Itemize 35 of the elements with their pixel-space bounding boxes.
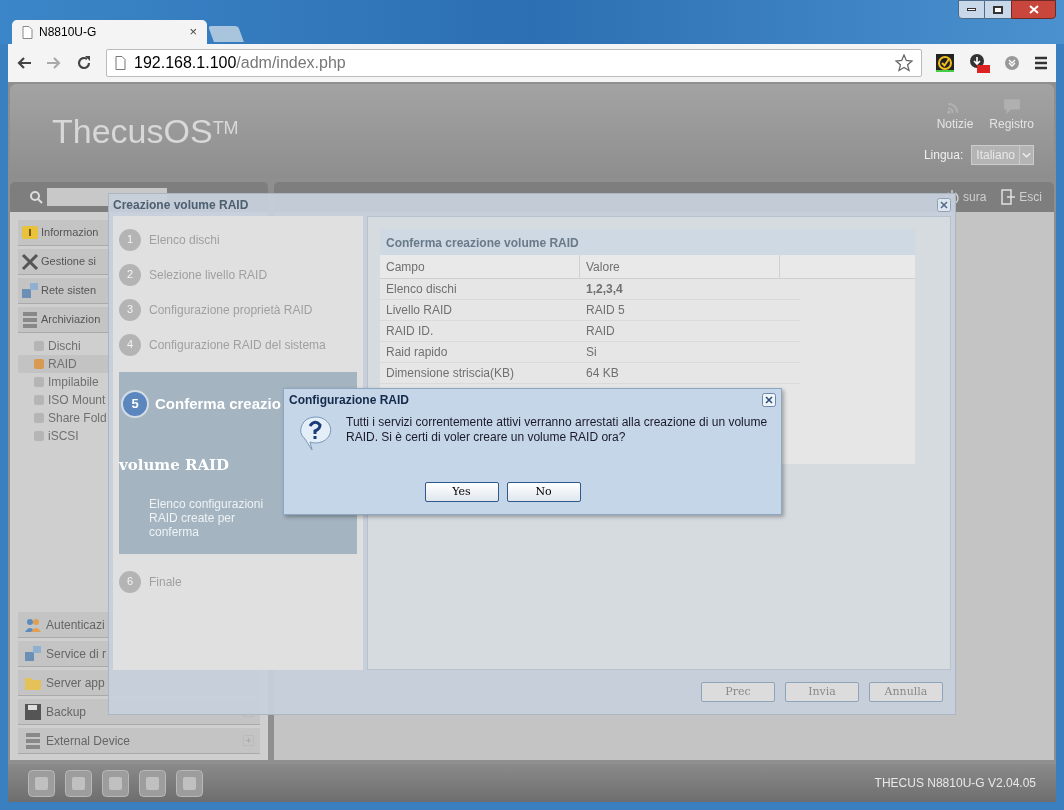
table-cell-text: Dimensione striscia(KB) [385,365,516,382]
step-title: Finale [149,573,182,591]
table-cell-text: Raid rapido [385,344,449,361]
table-cell-text: RAID 5 [585,302,626,319]
step-title: volume RAID [119,455,231,476]
app-logo: ThecusOS$^{TM}$ [52,110,239,152]
column-header: Campo [380,255,580,278]
step-number: 6 [119,570,141,593]
table-cell-text: Livello RAID [385,302,454,319]
confirm-message: Tutti i servizi correntemente attivi verranno arrestati alla creazione di un volume RAID. Si è certi di voler creare un volume RAID ora? [346,415,769,446]
step-description: Elenco configurazioni RAID create per conferma [148,496,265,539]
step-title: Conferma creazio [155,393,281,414]
dialog-title: Creazione volume RAID [113,197,249,214]
step-number: 3 [119,298,141,321]
table-cell-text: RAID [585,323,616,340]
version-text: THECUS N8810U-G V2.04.05 [874,775,1036,792]
step-title: Configurazione proprietà RAID [149,301,313,319]
table-cell-text: RAID ID. [385,323,435,340]
step-number: 1 [119,228,141,251]
step-title: Selezione livello RAID [149,266,268,284]
step-number: 5 [121,390,149,418]
step-number: 4 [119,333,141,356]
panel-title: Conferma creazione volume RAID [386,235,579,252]
step-title: Configurazione RAID del sistema [149,336,326,354]
table-cell-text: 64 KB [585,365,620,382]
table-cell-text: 1,2,3,4 [585,281,624,298]
dialog-title: Configurazione RAID [289,392,409,409]
step-title: Elenco dischi [149,231,220,249]
url-text: 192.168.1.100/adm/index.php [134,53,346,73]
column-header: Valore [580,255,780,278]
step-number: 2 [119,263,141,286]
tab-title: N8810U-G [39,24,97,41]
language-label: Lingua: [923,147,964,164]
table-cell-text: Elenco dischi [385,281,458,298]
table-cell-text: Si [585,344,598,361]
